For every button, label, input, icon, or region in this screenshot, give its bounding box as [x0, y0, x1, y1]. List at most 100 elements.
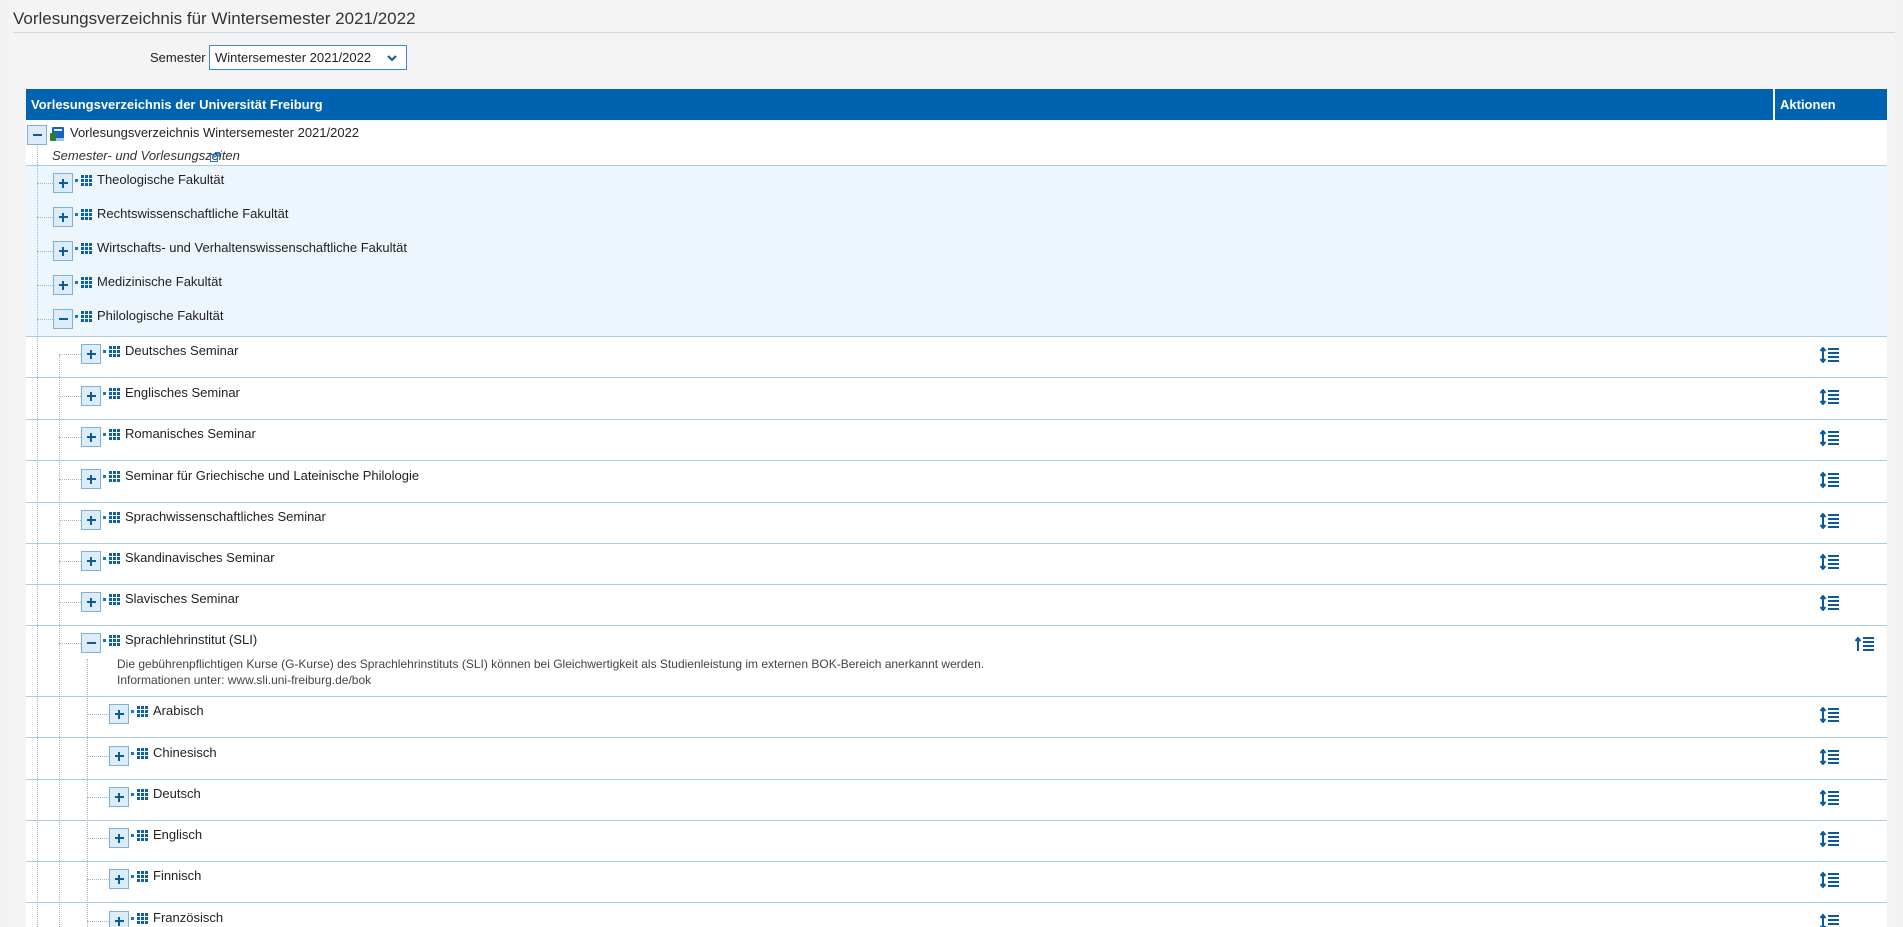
tree-structure-icon: [75, 175, 92, 186]
tree-structure-icon: [103, 512, 120, 523]
column-header-actions: Aktionen: [1780, 97, 1836, 112]
tree-row-language[interactable]: Deutsch: [26, 780, 1887, 821]
tree-structure-icon: [131, 871, 148, 882]
tree-connector: [59, 643, 81, 644]
plus-icon[interactable]: [109, 828, 129, 848]
tree-node-label: Chinesisch: [153, 745, 217, 760]
expand-all-icon[interactable]: [1820, 790, 1840, 806]
tree-structure-icon: [131, 706, 148, 717]
tree-row-seminar[interactable]: Englisches Seminar: [26, 379, 1887, 420]
tree-row-faculty[interactable]: Medizinische Fakultät: [26, 268, 1887, 303]
expand-all-icon[interactable]: [1820, 430, 1840, 446]
sli-note-prefix: Informationen unter:: [117, 673, 228, 687]
tree-node-label: Arabisch: [153, 703, 204, 718]
tree-structure-icon: [131, 789, 148, 800]
expand-all-icon[interactable]: [1820, 872, 1840, 888]
tree-structure-icon: [103, 594, 120, 605]
tree-connector: [59, 396, 81, 397]
plus-icon[interactable]: [81, 344, 101, 364]
plus-icon[interactable]: [53, 207, 73, 227]
plus-icon[interactable]: [81, 427, 101, 447]
tree-row-language[interactable]: Arabisch: [26, 697, 1887, 738]
tree-row-sli[interactable]: Sprachlehrinstitut (SLI) Die gebührenpfli…: [26, 626, 1887, 697]
plus-icon[interactable]: [53, 173, 73, 193]
expand-all-icon[interactable]: [1820, 595, 1840, 611]
tree-connector: [59, 561, 81, 562]
plus-icon[interactable]: [81, 469, 101, 489]
tree-connector: [59, 479, 81, 480]
tree-structure-icon: [75, 311, 92, 322]
tree-guide: [59, 355, 60, 927]
plus-icon[interactable]: [53, 275, 73, 295]
tree-node-label: Englisches Seminar: [125, 385, 240, 400]
expand-all-icon[interactable]: [1820, 914, 1840, 927]
external-link-icon[interactable]: [210, 152, 220, 162]
plus-icon[interactable]: [109, 746, 129, 766]
tree-connector: [87, 797, 109, 798]
expand-all-icon[interactable]: [1820, 472, 1840, 488]
plus-icon[interactable]: [109, 911, 129, 927]
tree-structure-icon: [75, 243, 92, 254]
tree-structure-icon: [75, 209, 92, 220]
collapse-all-icon[interactable]: [1855, 636, 1875, 652]
tree-node-label: Englisch: [153, 827, 203, 842]
tree-row-seminar[interactable]: Slavisches Seminar: [26, 585, 1887, 626]
semester-select[interactable]: Wintersemester 2021/2022: [209, 45, 407, 70]
expand-all-icon[interactable]: [1820, 554, 1840, 570]
sli-info-link[interactable]: www.sli.uni-freiburg.de/bok: [228, 673, 371, 687]
book-icon: [50, 127, 64, 141]
table-header: Vorlesungsverzeichnis der Universität Fr…: [26, 89, 1887, 120]
plus-icon[interactable]: [109, 704, 129, 724]
tree-row-faculty[interactable]: Theologische Fakultät: [26, 166, 1887, 201]
tree-row-language[interactable]: Finnisch: [26, 862, 1887, 903]
chevron-down-icon: [387, 55, 397, 62]
tree-row-seminar[interactable]: Deutsches Seminar: [26, 337, 1887, 378]
expand-all-icon[interactable]: [1820, 707, 1840, 723]
tree-connector: [59, 520, 81, 521]
plus-icon[interactable]: [53, 241, 73, 261]
tree-node-label: Finnisch: [153, 868, 202, 883]
tree-structure-icon: [131, 830, 148, 841]
tree-node-label: Wirtschafts- und Verhaltenswissenschaftl…: [97, 240, 407, 255]
tree-row-seminar[interactable]: Romanisches Seminar: [26, 420, 1887, 461]
expand-all-icon[interactable]: [1820, 347, 1840, 363]
expand-all-icon[interactable]: [1820, 513, 1840, 529]
header-divider: [1773, 89, 1775, 120]
sli-note-line2: Informationen unter: www.sli.uni-freibur…: [117, 672, 371, 688]
tree-structure-icon: [131, 913, 148, 924]
expand-all-icon[interactable]: [1820, 749, 1840, 765]
tree-node-label: Deutsches Seminar: [125, 343, 239, 358]
tree-connector: [59, 354, 81, 355]
plus-icon[interactable]: [109, 869, 129, 889]
tree-row-seminar[interactable]: Sprachwissenschaftliches Seminar: [26, 503, 1887, 544]
expand-all-icon[interactable]: [1820, 389, 1840, 405]
tree-row-faculty[interactable]: Wirtschafts- und Verhaltenswissenschaftl…: [26, 234, 1887, 269]
tree-row-language[interactable]: Chinesisch: [26, 739, 1887, 780]
tree-connector: [87, 756, 109, 757]
tree-node-label: Medizinische Fakultät: [97, 274, 222, 289]
minus-icon[interactable]: [27, 125, 47, 145]
title-divider: [13, 32, 1895, 33]
tree-structure-icon: [131, 748, 148, 759]
tree-row-seminar[interactable]: Seminar für Griechische und Lateinische …: [26, 462, 1887, 503]
sli-note-line1: Die gebührenpflichtigen Kurse (G-Kurse) …: [117, 657, 985, 671]
plus-icon[interactable]: [81, 592, 101, 612]
column-header-title: Vorlesungsverzeichnis der Universität Fr…: [31, 97, 323, 112]
tree-connector: [59, 602, 81, 603]
tree-row-language[interactable]: Französisch: [26, 904, 1887, 927]
tree-row-language[interactable]: Englisch: [26, 821, 1887, 862]
minus-icon[interactable]: [81, 633, 101, 653]
plus-icon[interactable]: [81, 386, 101, 406]
plus-icon[interactable]: [109, 787, 129, 807]
plus-icon[interactable]: [81, 510, 101, 530]
tree-row-seminar[interactable]: Skandinavisches Seminar: [26, 544, 1887, 585]
expand-all-icon[interactable]: [1820, 831, 1840, 847]
page-title: Vorlesungsverzeichnis für Wintersemester…: [13, 9, 416, 28]
minus-icon[interactable]: [53, 309, 73, 329]
tree-node-label: Slavisches Seminar: [125, 591, 240, 606]
tree-node-label: Französisch: [153, 910, 224, 925]
tree-row-faculty[interactable]: Rechtswissenschaftliche Fakultät: [26, 200, 1887, 235]
plus-icon[interactable]: [81, 551, 101, 571]
tree-row-faculty[interactable]: Philologische Fakultät: [26, 302, 1887, 337]
tree-structure-icon: [103, 553, 120, 564]
